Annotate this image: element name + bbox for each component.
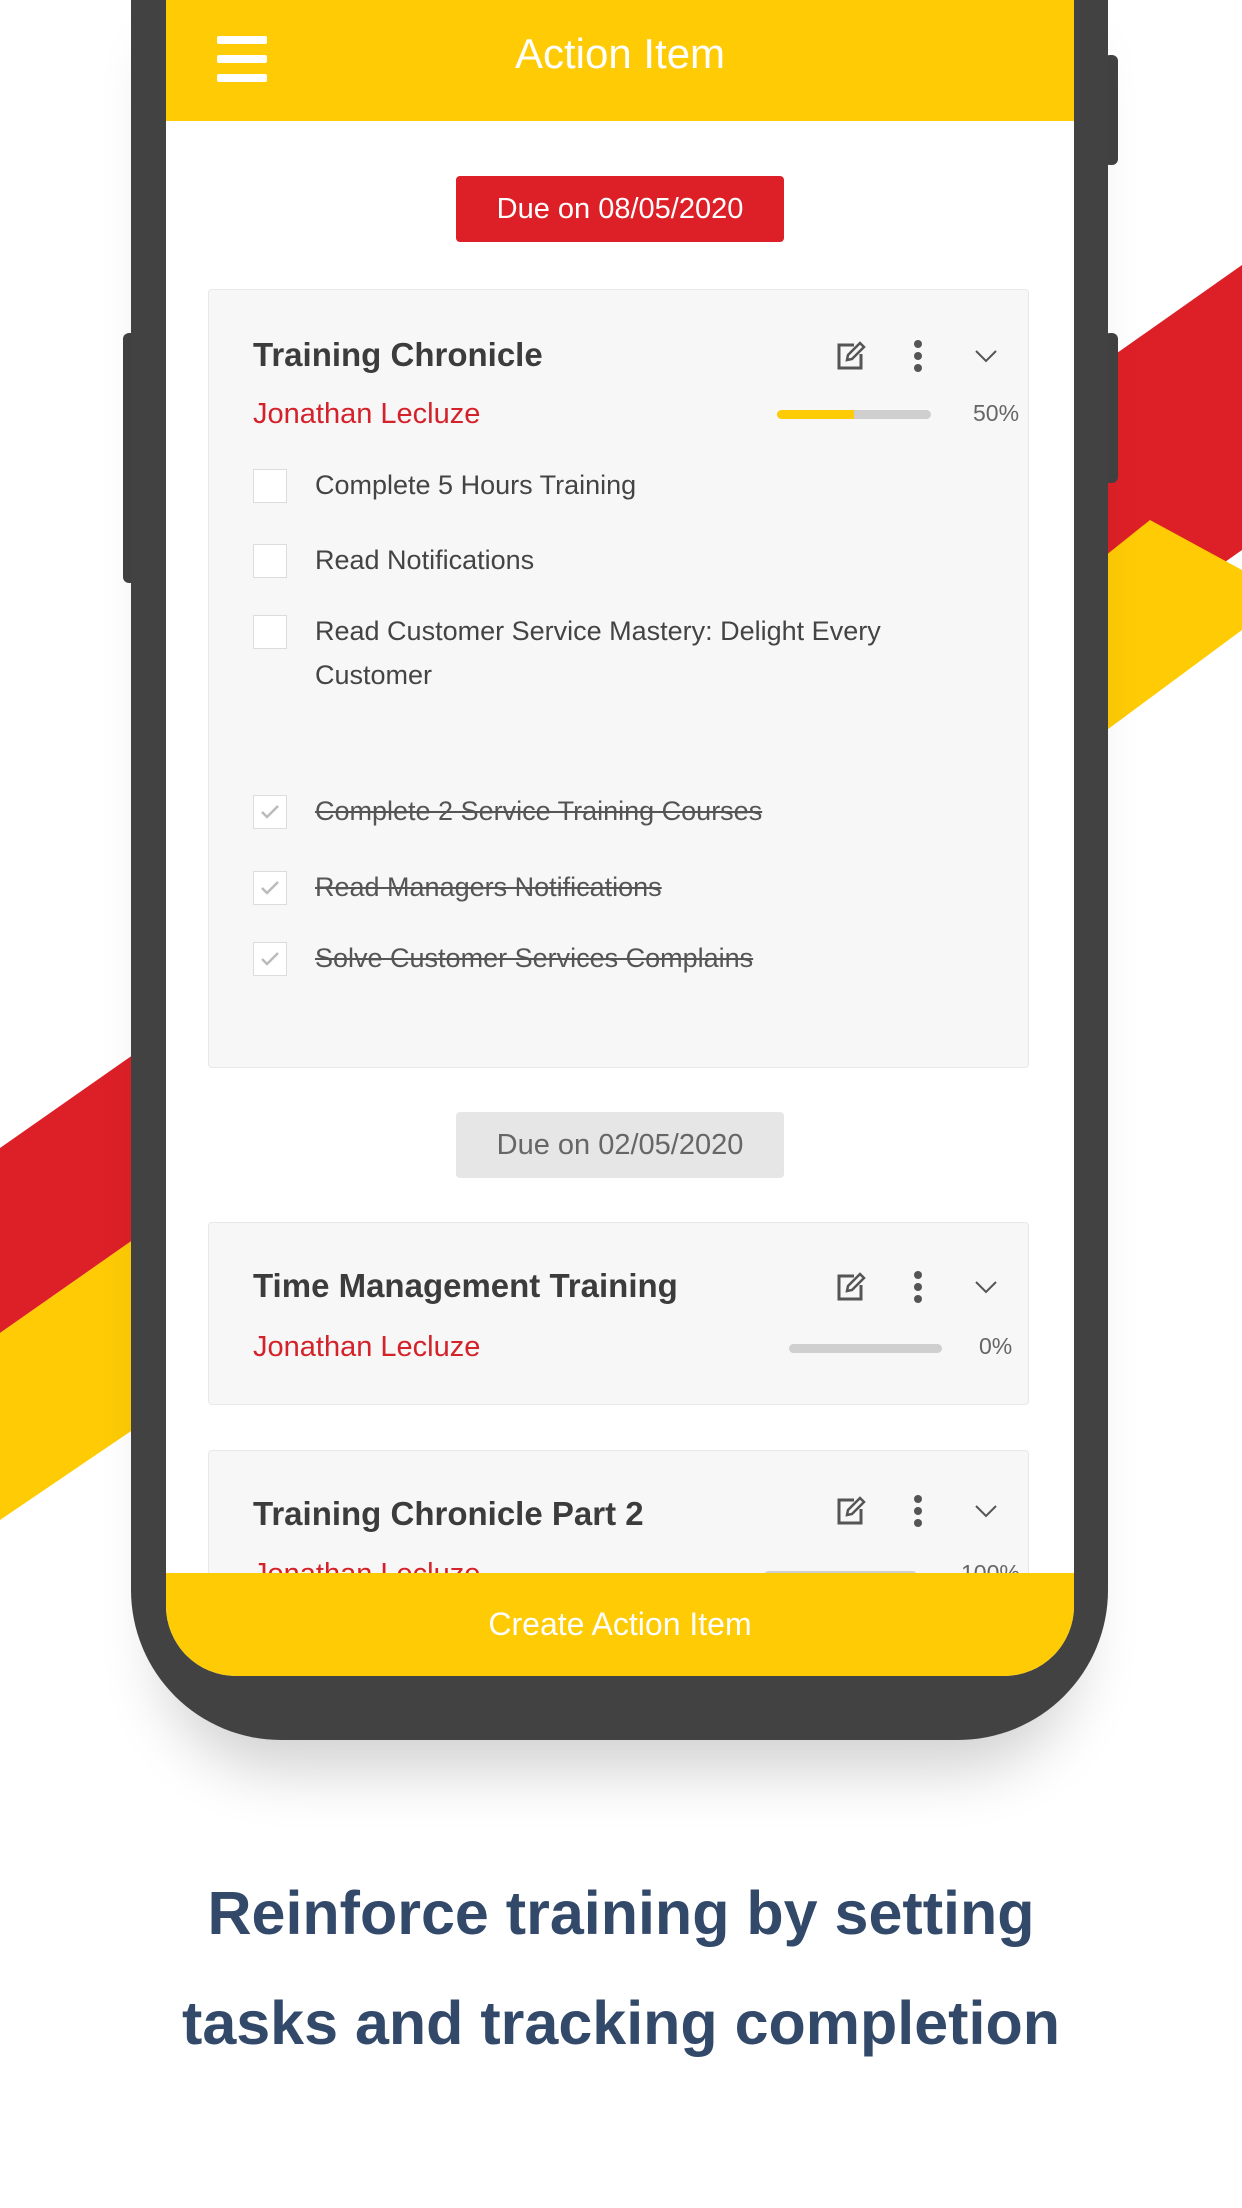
progress-fill [777, 410, 854, 419]
card-title: Time Management Training [253, 1267, 678, 1304]
due-date-badge: Due on 08/05/2020 [456, 176, 784, 242]
task-item[interactable]: Read Customer Service Mastery: Delight E… [253, 613, 968, 697]
app-header: Action Item [166, 0, 1074, 121]
page-title: Action Item [514, 30, 726, 77]
card-title: Training Chronicle [253, 336, 543, 373]
action-item-card[interactable]: Training Chronicle Part 2 Jonathan Leclu… [208, 1450, 1029, 1573]
task-checkbox-checked[interactable] [253, 871, 287, 905]
assignee-name: Jonathan Lecluze [253, 1558, 480, 1573]
check-icon [261, 952, 279, 966]
progress-label: 0% [979, 1333, 1013, 1359]
task-checkbox-checked[interactable] [253, 795, 287, 829]
progress-label: 100% [961, 1560, 1020, 1573]
check-icon [261, 805, 279, 819]
assignee-name: Jonathan Lecluze [253, 1331, 481, 1363]
completed-task-item[interactable]: Read Managers Notifications [253, 869, 968, 909]
task-label: Solve Customer Services Complains [315, 943, 754, 973]
more-options-icon[interactable] [902, 1495, 934, 1527]
task-checkbox[interactable] [253, 615, 287, 649]
task-item[interactable]: Read Notifications [253, 542, 968, 582]
more-options-icon[interactable] [902, 340, 934, 372]
headline-line-1: Reinforce training by setting [207, 1879, 1035, 1947]
edit-icon[interactable] [834, 340, 866, 372]
progress-bar [777, 410, 931, 419]
action-item-list[interactable]: Due on 08/05/2020 Training Chronicle Jon… [166, 121, 1074, 1573]
task-label: Read Notifications [315, 545, 535, 575]
task-label: Complete 2 Service Training Courses [315, 796, 763, 826]
due-date-badge: Due on 02/05/2020 [456, 1112, 784, 1178]
card-title: Training Chronicle Part 2 [253, 1495, 644, 1532]
check-icon [261, 881, 279, 895]
create-action-item-button[interactable]: Create Action Item [166, 1573, 1074, 1676]
chevron-down-icon[interactable] [970, 1271, 1002, 1303]
progress-bar [789, 1344, 942, 1353]
task-label: Complete 5 Hours Training [315, 470, 637, 500]
action-item-card[interactable]: Training Chronicle Jonathan Lecluze 50% … [208, 289, 1029, 1068]
completed-task-item[interactable]: Complete 2 Service Training Courses [253, 793, 968, 833]
completed-task-item[interactable]: Solve Customer Services Complains [253, 940, 968, 980]
chevron-down-icon[interactable] [970, 1495, 1002, 1527]
task-label: Read Customer Service Mastery: Delight E… [315, 616, 881, 690]
task-item[interactable]: Complete 5 Hours Training [253, 467, 968, 507]
chevron-down-icon[interactable] [970, 340, 1002, 372]
edit-icon[interactable] [834, 1271, 866, 1303]
app-screen: Action Item Due on 08/05/2020 Training C… [166, 0, 1074, 1676]
task-label: Read Managers Notifications [315, 872, 662, 902]
task-checkbox[interactable] [253, 544, 287, 578]
headline-line-2: tasks and tracking completion [182, 1989, 1060, 2057]
action-item-card[interactable]: Time Management Training Jonathan Lecluz… [208, 1222, 1029, 1405]
edit-icon[interactable] [834, 1495, 866, 1527]
more-options-icon[interactable] [902, 1271, 934, 1303]
task-checkbox-checked[interactable] [253, 942, 287, 976]
assignee-name: Jonathan Lecluze [253, 398, 481, 430]
progress-label: 50% [973, 400, 1020, 426]
task-checkbox[interactable] [253, 469, 287, 503]
